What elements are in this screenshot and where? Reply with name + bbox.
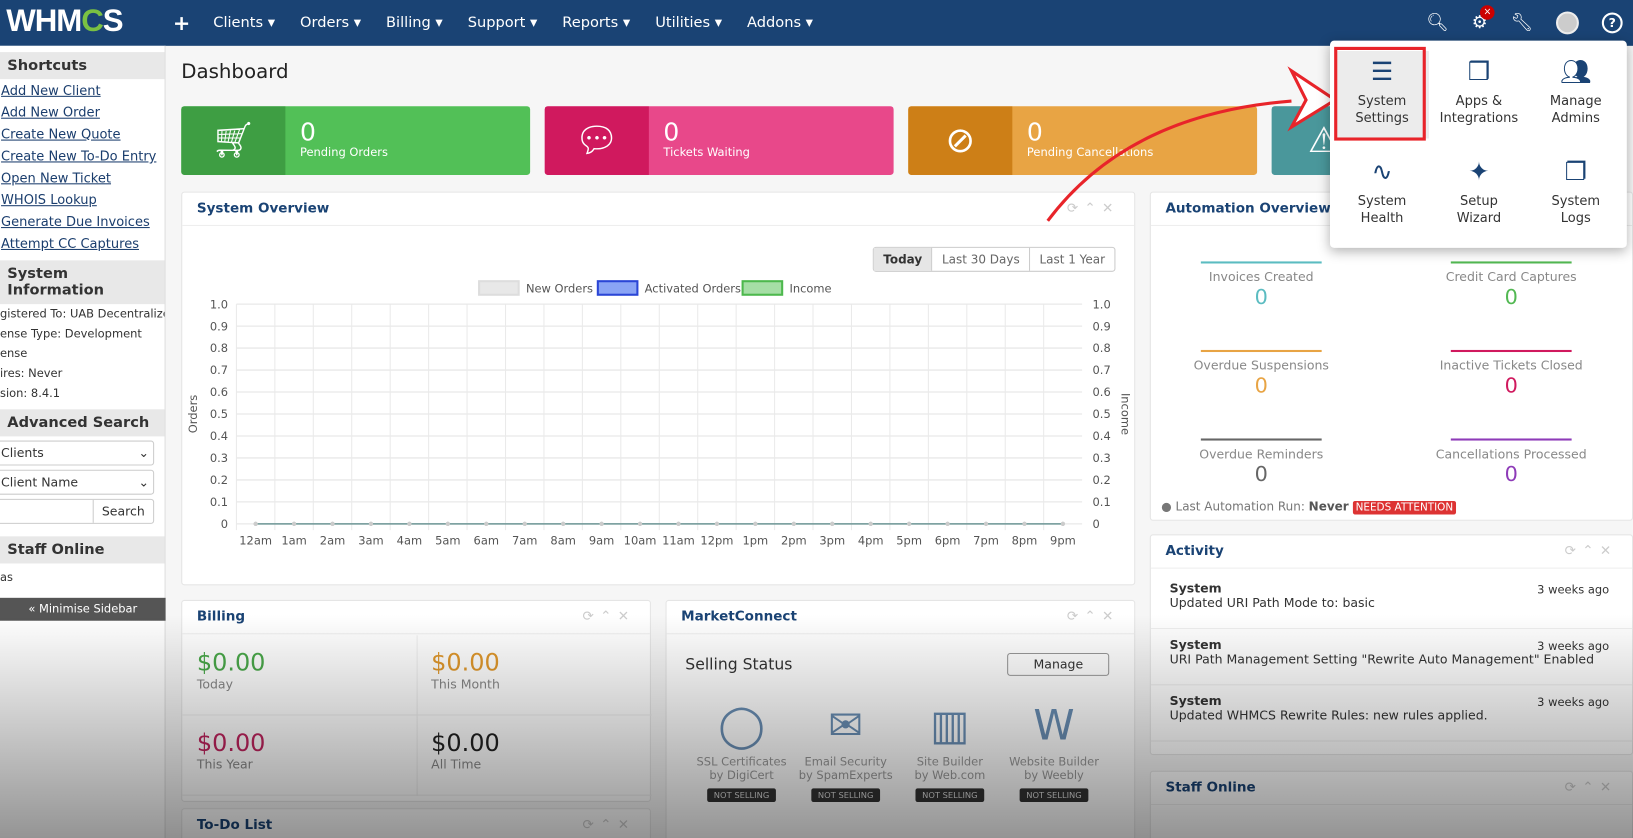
dropdown-item[interactable]: ✦ Setup Wizard — [1432, 151, 1526, 226]
settings-dropdown: ☰ System Settings ❒ Apps & Integrations 👥︎ Ma… — [1329, 40, 1627, 248]
dropdown-item[interactable]: 👥︎ Manage Admins — [1529, 51, 1623, 126]
dropdown-item[interactable]: ∿ System Health — [1335, 151, 1429, 226]
files-icon: ❐ — [1564, 157, 1587, 187]
heartbeat-icon: ∿ — [1371, 157, 1393, 187]
dropdown-item[interactable]: ❐ System Logs — [1529, 151, 1623, 226]
users-icon: 👥︎ — [1559, 57, 1592, 87]
cubes-icon: ❒ — [1467, 57, 1491, 87]
magic-wand-icon: ✦ — [1468, 157, 1490, 187]
dropdown-item[interactable]: ❒ Apps & Integrations — [1432, 51, 1526, 126]
highlight-box — [1334, 46, 1426, 141]
